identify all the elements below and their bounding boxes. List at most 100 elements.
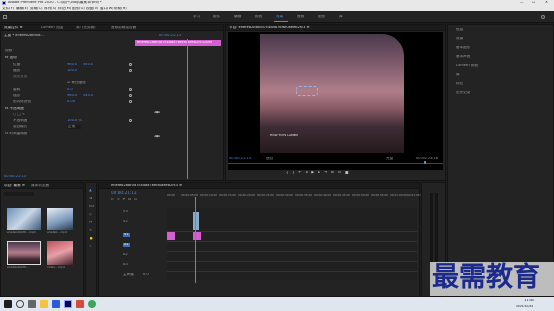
pen-icon[interactable]: ✎ xyxy=(89,229,92,233)
type-icon[interactable]: T xyxy=(89,245,91,249)
extract-icon[interactable]: ⊟ xyxy=(338,171,345,174)
track-a1[interactable]: A1 xyxy=(123,243,130,247)
project-thumbnail[interactable] xyxy=(47,208,73,230)
tab-effect-controls[interactable]: 效果控件 ≡ xyxy=(4,26,23,30)
tab-lumetri-scopes[interactable]: Lumetri 范围 xyxy=(41,26,63,30)
track-lanes[interactable] xyxy=(167,208,417,280)
rotation-value[interactable]: 0.0 xyxy=(67,88,73,92)
track-v2[interactable]: V2 xyxy=(123,220,128,224)
menu-clip[interactable]: 剪辑(C) xyxy=(30,7,43,11)
go-to-out-icon[interactable]: ⇥ xyxy=(324,171,331,174)
track-master[interactable]: 主声道 xyxy=(123,273,134,277)
ec-row-time-remap[interactable]: fx 时间重映射 xyxy=(5,132,28,136)
time-ruler[interactable]: 00:00 00:00:05:00 00:00:10:00 00:00:15:0… xyxy=(167,194,424,201)
premiere-taskbar-icon[interactable] xyxy=(64,300,72,308)
master-value[interactable]: 0.0 xyxy=(143,273,149,277)
panel-essential-graphics[interactable]: 基本图形 xyxy=(456,46,470,50)
ec-clip-bar[interactable]: ehefeb2bbf0d7c4dda76f6f0aeeb2fc3206f xyxy=(135,40,221,46)
keyframe-toggle-icon[interactable] xyxy=(129,119,132,122)
workspace-editing[interactable]: 编辑 xyxy=(234,15,241,19)
ripple-edit-icon[interactable]: ⟺ xyxy=(89,205,94,209)
minimize-button[interactable]: — xyxy=(520,1,524,5)
maximize-button[interactable]: ☐ xyxy=(532,1,535,5)
anti-flicker-value[interactable]: 0.00 xyxy=(67,100,75,104)
menu-sequence[interactable]: 序列(S) xyxy=(44,7,56,11)
menu-window[interactable]: 窗口(W) xyxy=(100,7,114,11)
adjustment-clip[interactable] xyxy=(193,212,199,230)
panel-info[interactable]: 信息 xyxy=(456,28,463,32)
keyframe-toggle-icon[interactable] xyxy=(129,100,132,103)
panel-markers[interactable]: 标记 xyxy=(456,82,463,86)
captions-icon[interactable]: ⊡ xyxy=(134,198,140,201)
panel-history[interactable]: 历史记录 xyxy=(456,91,470,95)
track-v1[interactable]: V1 xyxy=(123,233,130,237)
position-y-value[interactable]: 540.0 xyxy=(83,63,93,67)
home-icon[interactable] xyxy=(3,15,7,19)
video-viewport[interactable]: HOW TOYS LAMEN xyxy=(228,32,443,170)
search-icon[interactable] xyxy=(541,15,545,19)
tab-sequence[interactable]: ehefeb2bbf0d7c4dda76f6f0aeeb2fc3 ≡ xyxy=(111,184,182,188)
anchor-x-value[interactable]: 960.0 xyxy=(67,94,77,98)
panel-effects[interactable]: 效果 xyxy=(456,37,463,41)
slip-icon[interactable]: ↔ xyxy=(89,221,92,225)
keyframe-nav-icon[interactable]: ◂◆▸ xyxy=(154,111,160,115)
ec-row-motion[interactable]: fx 运动 xyxy=(5,56,17,60)
menu-help[interactable]: 帮助(H) xyxy=(114,7,127,11)
tab-project[interactable]: 项目: 最美 ≡ xyxy=(4,184,25,188)
workspace-libraries[interactable]: 库 xyxy=(339,15,343,19)
opacity-value[interactable]: 100.0 % xyxy=(67,119,82,123)
position-x-value[interactable]: 960.0 xyxy=(67,63,77,67)
track-a2[interactable]: A2 xyxy=(123,253,128,257)
close-button[interactable]: ✕ xyxy=(545,1,548,5)
search-taskbar-icon[interactable] xyxy=(16,300,24,308)
panel-essential-sound[interactable]: 基本声音 xyxy=(456,55,470,59)
workspace-graphics[interactable]: 图形 xyxy=(318,15,325,19)
keyframe-toggle-icon[interactable] xyxy=(129,88,132,91)
program-playhead[interactable] xyxy=(424,161,426,164)
workspace-color[interactable]: 颜色 xyxy=(255,15,262,19)
tab-program[interactable]: 节目: ehefeb2bbf0d7c4dda76f6f0aeeb2fc3 ≡ xyxy=(229,26,310,30)
go-to-in-icon[interactable]: ⇤ xyxy=(299,171,306,174)
quality-dropdown[interactable]: 完整 xyxy=(386,157,393,161)
anchor-y-value[interactable]: 540.0 xyxy=(83,94,93,98)
tab-audio-mixer[interactable]: 音频剪辑混合器 xyxy=(111,26,136,30)
export-frame-icon[interactable]: ◙ xyxy=(345,171,353,174)
ec-row-opacity[interactable]: fx 不透明度 xyxy=(5,107,24,111)
menu-graphics[interactable]: 图形(G) xyxy=(72,7,85,11)
blend-mode-select[interactable]: 正常 xyxy=(67,125,82,129)
workspace-assembly[interactable]: 组件 xyxy=(213,15,220,19)
tab-source[interactable]: 源: (无剪辑) xyxy=(76,26,96,30)
timeline-playhead[interactable] xyxy=(195,197,196,283)
scale-value[interactable]: 100.0 xyxy=(67,69,77,73)
selection-tool-icon[interactable]: ▲ xyxy=(89,189,92,193)
panel-libraries[interactable]: 库 xyxy=(456,73,460,77)
track-v3[interactable]: V3 xyxy=(123,210,128,214)
chrome-icon[interactable] xyxy=(88,300,96,308)
workspace-effects[interactable]: 效果 xyxy=(276,15,283,19)
tab-media-browser[interactable]: 媒体浏览器 xyxy=(31,184,49,188)
razor-icon[interactable]: ◇ xyxy=(89,213,92,217)
project-thumbnail[interactable] xyxy=(7,208,41,230)
app-taskbar-icon[interactable] xyxy=(76,300,84,308)
workspace-audio[interactable]: 音频 xyxy=(297,15,304,19)
video-clip[interactable] xyxy=(167,232,175,240)
windows-start-icon[interactable] xyxy=(4,300,12,308)
keyframe-toggle-icon[interactable] xyxy=(129,69,132,72)
workspace-learn[interactable]: 学习 xyxy=(193,15,200,19)
menu-file[interactable]: 文件(F) xyxy=(2,7,14,11)
task-view-icon[interactable] xyxy=(28,300,36,308)
menu-marker[interactable]: 标记(M) xyxy=(58,7,71,11)
edge-icon[interactable] xyxy=(52,300,60,308)
ec-row-uniform-scale[interactable]: ☑ 等比缩放 xyxy=(67,81,86,85)
lift-icon[interactable]: ⊞ xyxy=(331,171,338,174)
project-search-input[interactable] xyxy=(4,192,34,196)
keyframe-toggle-icon[interactable] xyxy=(129,94,132,97)
menu-edit[interactable]: 编辑(E) xyxy=(16,7,28,11)
keyframe-toggle-icon[interactable] xyxy=(129,63,132,66)
project-thumbnail-selected[interactable] xyxy=(7,241,41,265)
ec-row-mask-tools[interactable]: ○ □ ✎ xyxy=(13,113,25,117)
hand-icon[interactable]: ✋ xyxy=(89,237,93,241)
panel-lumetri-color[interactable]: Lumetri 颜色 xyxy=(456,64,478,68)
keyframe-nav-icon[interactable]: ◂◆▸ xyxy=(154,135,160,139)
menu-view[interactable]: 视图(V) xyxy=(86,7,98,11)
